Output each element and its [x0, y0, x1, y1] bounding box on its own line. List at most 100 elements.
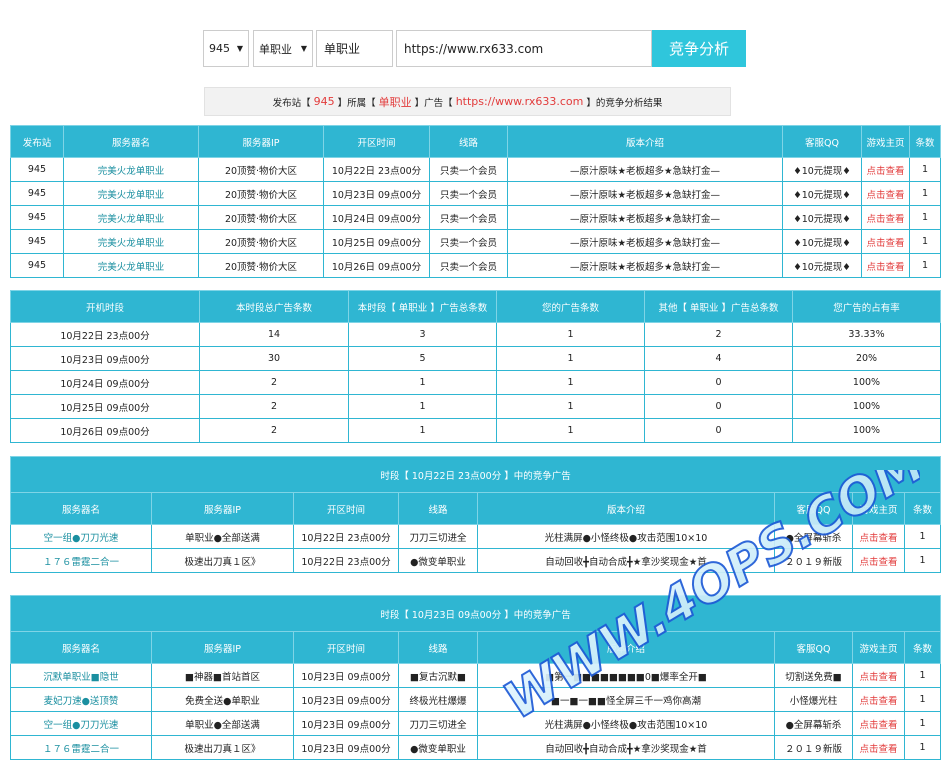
- table-cell: ２０１９新版: [774, 735, 853, 760]
- column-header: 服务器名: [10, 492, 152, 525]
- table-cell: 1: [348, 370, 497, 395]
- view-game-link[interactable]: 点击查看: [861, 229, 910, 254]
- table-cell: 只卖一个会员: [429, 181, 508, 206]
- table-cell: 20顶赞·物价大区: [198, 229, 324, 254]
- server-name-link[interactable]: 完美火龙单职业: [63, 229, 199, 254]
- view-game-link[interactable]: 点击查看: [852, 663, 905, 688]
- column-header: 服务器IP: [151, 631, 294, 664]
- table-cell: 100%: [792, 394, 941, 419]
- server-name-link[interactable]: 完美火龙单职业: [63, 157, 199, 182]
- table-cell: ■神器■首站首区: [151, 663, 294, 688]
- table-cell: 0: [644, 370, 793, 395]
- server-name-link[interactable]: 完美火龙单职业: [63, 253, 199, 278]
- table-row: 945 完美火龙单职业 20顶赞·物价大区 10月22日 23点00分 只卖一个会员 —原…: [10, 157, 941, 182]
- view-game-link[interactable]: 点击查看: [852, 735, 905, 760]
- table-row: 10月23日 09点00分 30 5 1 4 20%: [10, 346, 941, 371]
- chevron-down-icon: ▼: [236, 44, 243, 53]
- url-input[interactable]: https://www.rx633.com: [396, 30, 652, 67]
- column-header: 本时段【 单职业 】广告总条数: [348, 290, 497, 323]
- table-cell: 10月26日 09点00分: [10, 418, 200, 443]
- table-cell: 光柱满屏●小怪终极●攻击范围10×10: [477, 524, 775, 549]
- column-header: 开区时间: [323, 125, 430, 158]
- server-name-link[interactable]: 完美火龙单职业: [63, 181, 199, 206]
- column-header: 线路: [398, 492, 478, 525]
- table-cell: 极速出刀真１区》: [151, 548, 294, 573]
- table-row: 麦妃刀速●送顶赞 免费全送●单职业 10月23日 09点00分 终极光柱爆爆 ■一■一■…: [10, 687, 942, 712]
- table-cell: 自动回收╋自动合成╋★拿沙奖现金★首: [477, 548, 775, 573]
- summary-text-4: 】的竞争分析结果: [586, 97, 663, 109]
- table-cell: 3: [348, 322, 497, 347]
- server-name-link[interactable]: 麦妃刀速●送顶赞: [10, 687, 152, 712]
- view-game-link[interactable]: 点击查看: [852, 711, 905, 736]
- table-cell: 10月23日 09点00分: [293, 687, 399, 712]
- table-header-row: 发布站 服务器名 服务器IP 开区时间 线路 版本介绍 客服QQ 游戏主页 条数: [10, 125, 941, 158]
- column-header: 您广告的占有率: [792, 290, 941, 323]
- table-cell: 2: [199, 418, 349, 443]
- table-cell: ♦10元提现♦: [782, 229, 862, 254]
- table-row: １７６雷霆二合一 极速出刀真１区》 10月22日 23点00分 ●微变单职业 自动回收╋…: [10, 548, 942, 573]
- keyword-input[interactable]: 单职业: [316, 30, 393, 67]
- server-name-link[interactable]: １７６雷霆二合一: [10, 735, 152, 760]
- table-cell: 20%: [792, 346, 941, 371]
- analyze-button[interactable]: 竞争分析: [652, 30, 746, 67]
- table-row: 945 完美火龙单职业 20顶赞·物价大区 10月23日 09点00分 只卖一个会员 —原…: [10, 181, 941, 206]
- view-game-link[interactable]: 点击查看: [852, 687, 905, 712]
- table-cell: ●微变单职业: [398, 735, 478, 760]
- view-game-link[interactable]: 点击查看: [861, 205, 910, 230]
- table-cell: 30: [199, 346, 349, 371]
- table-cell: —原汁原味★老板超多★急缺打金—: [507, 205, 783, 230]
- view-game-link[interactable]: 点击查看: [852, 524, 905, 549]
- table-cell: 1: [903, 524, 942, 549]
- table-cell: 10月24日 09点00分: [10, 370, 200, 395]
- column-header: 其他【 单职业 】广告总条数: [644, 290, 793, 323]
- my-ads-table: 发布站 服务器名 服务器IP 开区时间 线路 版本介绍 客服QQ 游戏主页 条数 945 完美火龙…: [10, 125, 941, 278]
- table-cell: 10月23日 09点00分: [323, 181, 430, 206]
- table-cell: 1: [909, 205, 941, 230]
- server-name-link[interactable]: １７６雷霆二合一: [10, 548, 152, 573]
- table-cell: 极速出刀真１区》: [151, 735, 294, 760]
- column-header: 游戏主页: [861, 125, 910, 158]
- table-cell: 自动回收╋自动合成╋★拿沙奖现金★首: [477, 735, 775, 760]
- table-cell: 1: [496, 322, 645, 347]
- table-cell: —原汁原味★老板超多★急缺打金—: [507, 229, 783, 254]
- server-name-link[interactable]: 完美火龙单职业: [63, 205, 199, 230]
- column-header: 服务器名: [63, 125, 199, 158]
- table-row: 10月26日 09点00分 2 1 1 0 100%: [10, 418, 941, 443]
- table-cell: 刀刀三切进全: [398, 711, 478, 736]
- table-cell: 终极光柱爆爆: [398, 687, 478, 712]
- column-header: 开机时段: [10, 290, 200, 323]
- view-game-link[interactable]: 点击查看: [861, 253, 910, 278]
- table-cell: 只卖一个会员: [429, 253, 508, 278]
- table-cell: 33.33%: [792, 322, 941, 347]
- table-cell: 2: [199, 370, 349, 395]
- site-select[interactable]: 945 ▼: [203, 30, 249, 67]
- type-select-value: 单职业: [259, 42, 292, 56]
- column-header: 游戏主页: [852, 631, 905, 664]
- server-name-link[interactable]: 沉默单职业■隐世: [10, 663, 152, 688]
- table-cell: ■一■一■■怪全屏三千一鸡你高潮: [477, 687, 775, 712]
- table-cell: 10月22日 23点00分: [323, 157, 430, 182]
- share-stats-table: 开机时段 本时段总广告条数 本时段【 单职业 】广告总条数 您的广告条数 其他【 单职业…: [10, 290, 941, 443]
- table-cell: 1: [348, 394, 497, 419]
- table-cell: 1: [903, 687, 942, 712]
- table-cell: 1: [903, 548, 942, 573]
- table-cell: 0: [644, 394, 793, 419]
- view-game-link[interactable]: 点击查看: [852, 548, 905, 573]
- column-header: 开区时间: [293, 492, 399, 525]
- table-cell: 2: [644, 322, 793, 347]
- server-name-link[interactable]: 空一组●刀刀光速: [10, 524, 152, 549]
- summary-site: 945: [313, 95, 335, 108]
- column-header: 客服QQ: [782, 125, 862, 158]
- view-game-link[interactable]: 点击查看: [861, 157, 910, 182]
- table-cell: 10月23日 09点00分: [10, 346, 200, 371]
- column-header: 发布站: [10, 125, 64, 158]
- table-cell: 只卖一个会员: [429, 229, 508, 254]
- view-game-link[interactable]: 点击查看: [861, 181, 910, 206]
- type-select[interactable]: 单职业 ▼: [253, 30, 313, 67]
- competing-ads-table-2: 时段【 10月23日 09点00分 】中的竞争广告 服务器名 服务器IP 开区时间线…: [9, 595, 942, 760]
- table-cell: 10月24日 09点00分: [323, 205, 430, 230]
- table-cell: 20顶赞·物价大区: [198, 157, 324, 182]
- server-name-link[interactable]: 空一组●刀刀光速: [10, 711, 152, 736]
- column-header: 客服QQ: [774, 492, 853, 525]
- section-title: 时段【 10月23日 09点00分 】中的竞争广告: [9, 595, 942, 632]
